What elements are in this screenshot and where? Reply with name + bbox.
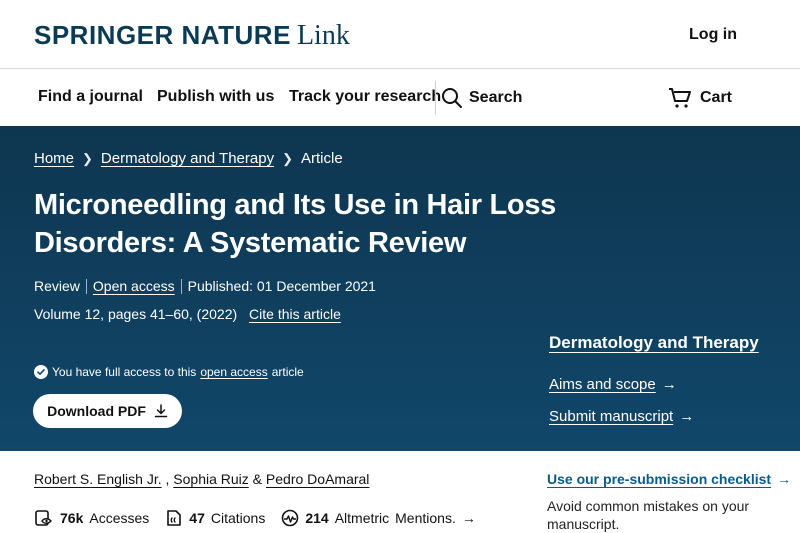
access-note: You have full access to this open access… <box>34 365 304 379</box>
submit-manuscript-label: Submit manuscript <box>549 408 674 425</box>
main-nav: Find a journal Publish with us Track you… <box>0 69 800 126</box>
nav-find-journal[interactable]: Find a journal <box>38 88 143 106</box>
arrow-right-icon: → <box>679 408 695 425</box>
author-separator: & <box>248 471 266 487</box>
search-button[interactable]: Search <box>441 85 522 111</box>
published-date: Published: 01 December 2021 <box>187 278 376 294</box>
cart-button[interactable]: Cart <box>668 85 732 111</box>
cart-icon <box>669 88 691 108</box>
author-separator: , <box>161 471 174 487</box>
altmetric-link[interactable]: 214 Altmetric Mentions. → <box>281 509 476 527</box>
cite-article-link[interactable]: Cite this article <box>249 306 341 322</box>
checklist-description: Avoid common mistakes on your manuscript… <box>547 498 750 532</box>
author-list: Robert S. English Jr. , Sophia Ruiz & Pe… <box>34 471 369 487</box>
checklist-title: Use our pre-submission checklist <box>547 471 772 487</box>
altmetric-icon <box>282 509 299 527</box>
aims-scope-link[interactable]: Aims and scope → <box>549 376 677 393</box>
download-pdf-label: Download PDF <box>47 403 146 419</box>
breadcrumb-home[interactable]: Home <box>34 150 74 167</box>
cart-label: Cart <box>700 89 733 106</box>
citations-value: 47 <box>189 510 205 526</box>
nav-divider <box>435 81 436 115</box>
access-suffix: article <box>271 365 304 379</box>
breadcrumb-current: Article <box>300 150 343 167</box>
download-pdf-button[interactable]: Download PDF <box>33 394 182 428</box>
article-volume-row: Volume 12, pages 41–60, (2022) Cite this… <box>34 306 341 322</box>
citations-label: Citations <box>210 510 266 526</box>
citations-icon <box>167 510 182 526</box>
accesses-metric: 76k Accesses <box>34 509 149 527</box>
altmetric-label: Altmetric <box>334 510 390 526</box>
open-access-link[interactable]: Open access <box>93 278 175 294</box>
author-link[interactable]: Sophia Ruiz <box>173 471 249 487</box>
arrow-right-icon: → <box>777 471 792 487</box>
access-prefix: You have full access to this <box>52 365 197 379</box>
accesses-icon <box>35 510 52 526</box>
mentions-label: Mentions. <box>395 510 456 526</box>
accesses-label: Accesses <box>89 510 150 526</box>
altmetric-value: 214 <box>305 510 329 526</box>
meta-divider <box>85 278 87 294</box>
logo-link-word: Link <box>296 20 350 51</box>
search-label: Search <box>469 89 523 106</box>
article-metrics: 76k Accesses 47 Citations 214 Altmetric … <box>34 509 492 527</box>
article-hero: Home ❯ Dermatology and Therapy ❯ Article… <box>0 126 800 451</box>
access-open-access-link[interactable]: open access <box>200 365 267 379</box>
arrow-right-icon: → <box>661 376 677 393</box>
login-link[interactable]: Log in <box>689 26 737 44</box>
top-bar: SPRINGER NATURE Link Log in <box>0 0 800 69</box>
article-type: Review <box>34 278 80 294</box>
chevron-right-icon: ❯ <box>282 150 293 166</box>
site-logo[interactable]: SPRINGER NATURE Link <box>34 20 350 51</box>
citations-metric: 47 Citations <box>165 509 265 527</box>
volume-info: Volume 12, pages 41–60, (2022) <box>34 306 238 322</box>
download-icon <box>154 404 168 418</box>
pre-submission-checklist-link[interactable]: Use our pre-submission checklist → <box>547 471 791 487</box>
meta-divider <box>180 278 182 294</box>
author-link[interactable]: Pedro DoAmaral <box>266 471 370 487</box>
arrow-right-icon: → <box>461 510 476 526</box>
article-title: Microneedling and Its Use in Hair Loss D… <box>34 189 556 259</box>
article-meta: Review Open access Published: 01 Decembe… <box>34 278 376 294</box>
submit-manuscript-link[interactable]: Submit manuscript → <box>549 408 694 425</box>
chevron-right-icon: ❯ <box>82 150 93 166</box>
logo-brand: SPRINGER NATURE <box>34 20 291 50</box>
nav-track-research[interactable]: Track your research <box>289 88 441 106</box>
nav-publish-with-us[interactable]: Publish with us <box>157 88 274 106</box>
journal-name-link[interactable]: Dermatology and Therapy <box>549 333 759 353</box>
check-circle-icon <box>34 365 48 379</box>
breadcrumb: Home ❯ Dermatology and Therapy ❯ Article <box>34 150 343 167</box>
author-link[interactable]: Robert S. English Jr. <box>34 471 162 487</box>
aims-scope-label: Aims and scope <box>549 376 656 393</box>
article-details: Robert S. English Jr. , Sophia Ruiz & Pe… <box>0 451 800 533</box>
accesses-value: 76k <box>60 510 84 526</box>
search-icon <box>442 88 462 108</box>
breadcrumb-journal[interactable]: Dermatology and Therapy <box>101 150 274 167</box>
